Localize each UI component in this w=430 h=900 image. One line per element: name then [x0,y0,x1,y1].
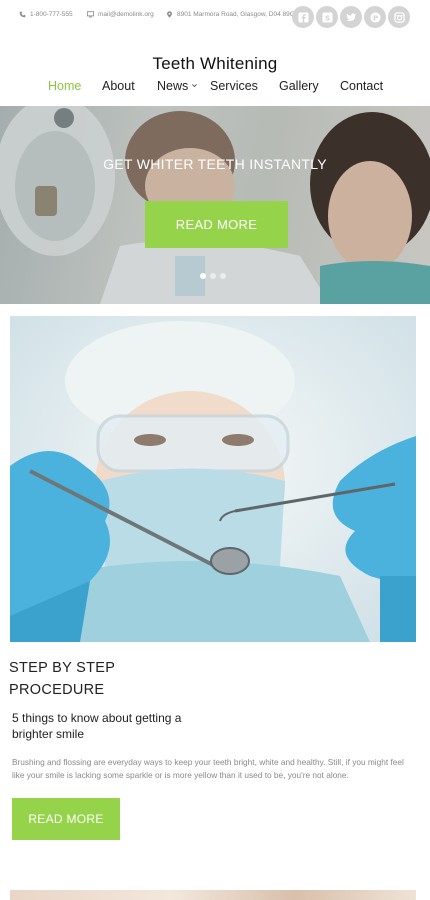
top-bar: 1-800-777-555 mail@demolink.org 8901 Mar… [0,0,430,36]
svg-text:P: P [372,13,378,22]
contact-email[interactable]: mail@demolink.org [87,11,154,18]
nav-item-services[interactable]: Services [210,79,258,93]
street-address: 8901 Marmora Road, Glasgow, D04 89GR. [177,11,302,18]
svg-text:S: S [324,13,329,22]
article-image[interactable] [10,316,416,642]
next-article-image[interactable] [10,890,416,900]
main-nav: Home About News Services Gallery Contact [0,79,430,95]
monitor-icon [87,11,94,18]
phone-icon [19,11,26,18]
pinterest-icon[interactable]: P [364,6,386,28]
article-read-more-button[interactable]: READ MORE [12,798,120,840]
article-subtitle: 5 things to know about getting a brighte… [12,710,212,742]
dentist-tools-image [10,316,416,642]
email-address: mail@demolink.org [98,11,154,18]
article-title-line: PROCEDURE [9,682,105,698]
phone-number: 1-800-777-555 [30,11,73,18]
slider-dot[interactable] [220,273,226,279]
contact-address: 8901 Marmora Road, Glasgow, D04 89GR. [166,11,301,18]
nav-item-gallery[interactable]: Gallery [279,79,319,93]
nav-item-contact[interactable]: Contact [340,79,383,93]
article-body: Brushing and flossing are everyday ways … [12,757,404,780]
slider-pagination [200,273,226,279]
map-marker-icon [167,11,172,18]
hero-title: GET WHITER TEETH INSTANTLY [103,156,327,172]
article-title: STEP BY STEP PROCEDURE [9,657,229,701]
twitter-icon[interactable] [340,6,362,28]
hero-slider[interactable]: GET WHITER TEETH INSTANTLY READ MORE [0,106,430,304]
chevron-down-icon[interactable] [191,82,198,89]
nav-item-news[interactable]: News [157,79,188,93]
nav-item-home[interactable]: Home [48,79,81,93]
nav-item-about[interactable]: About [102,79,135,93]
site-title[interactable]: Teeth Whitening [0,54,430,74]
article-subtitle-line: brighter smile [12,727,85,741]
slider-dot[interactable] [200,273,206,279]
social-links: S P [292,6,410,28]
facebook-icon[interactable] [292,6,314,28]
skype-icon[interactable]: S [316,6,338,28]
article-subtitle-line: 5 things to know about getting a [12,711,182,725]
hero-read-more-button[interactable]: READ MORE [145,201,288,248]
slider-dot[interactable] [210,273,216,279]
instagram-icon[interactable] [388,6,410,28]
article-title-line: STEP BY STEP [9,660,116,676]
contact-phone[interactable]: 1-800-777-555 [19,11,73,18]
